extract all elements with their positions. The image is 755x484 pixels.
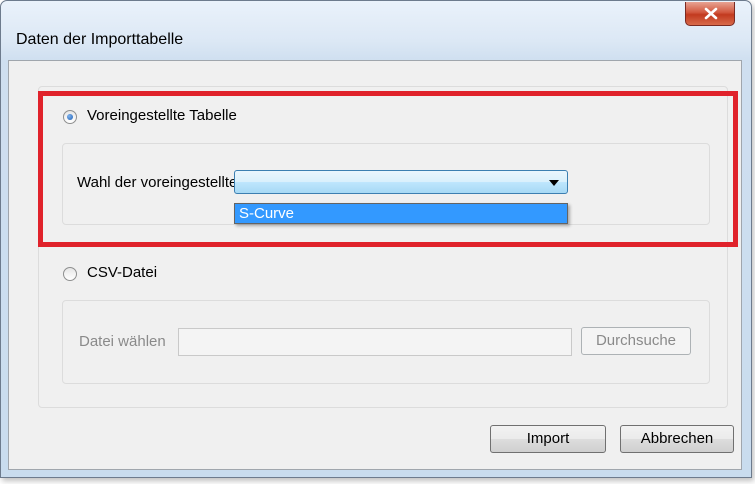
cancel-button[interactable]: Abbrechen (620, 425, 734, 453)
highlight-box (38, 91, 738, 247)
file-label: Datei wählen (79, 333, 166, 350)
close-button[interactable] (685, 2, 735, 26)
title-bar[interactable]: Daten der Importtabelle (1, 1, 751, 61)
import-button[interactable]: Import (490, 425, 606, 453)
window-title: Daten der Importtabelle (16, 31, 184, 48)
browse-button[interactable]: Durchsuche (581, 327, 691, 355)
csv-radio[interactable] (63, 267, 77, 281)
file-path-input[interactable] (178, 328, 572, 356)
csv-radio-label[interactable]: CSV-Datei (87, 264, 157, 281)
close-icon (704, 7, 718, 20)
